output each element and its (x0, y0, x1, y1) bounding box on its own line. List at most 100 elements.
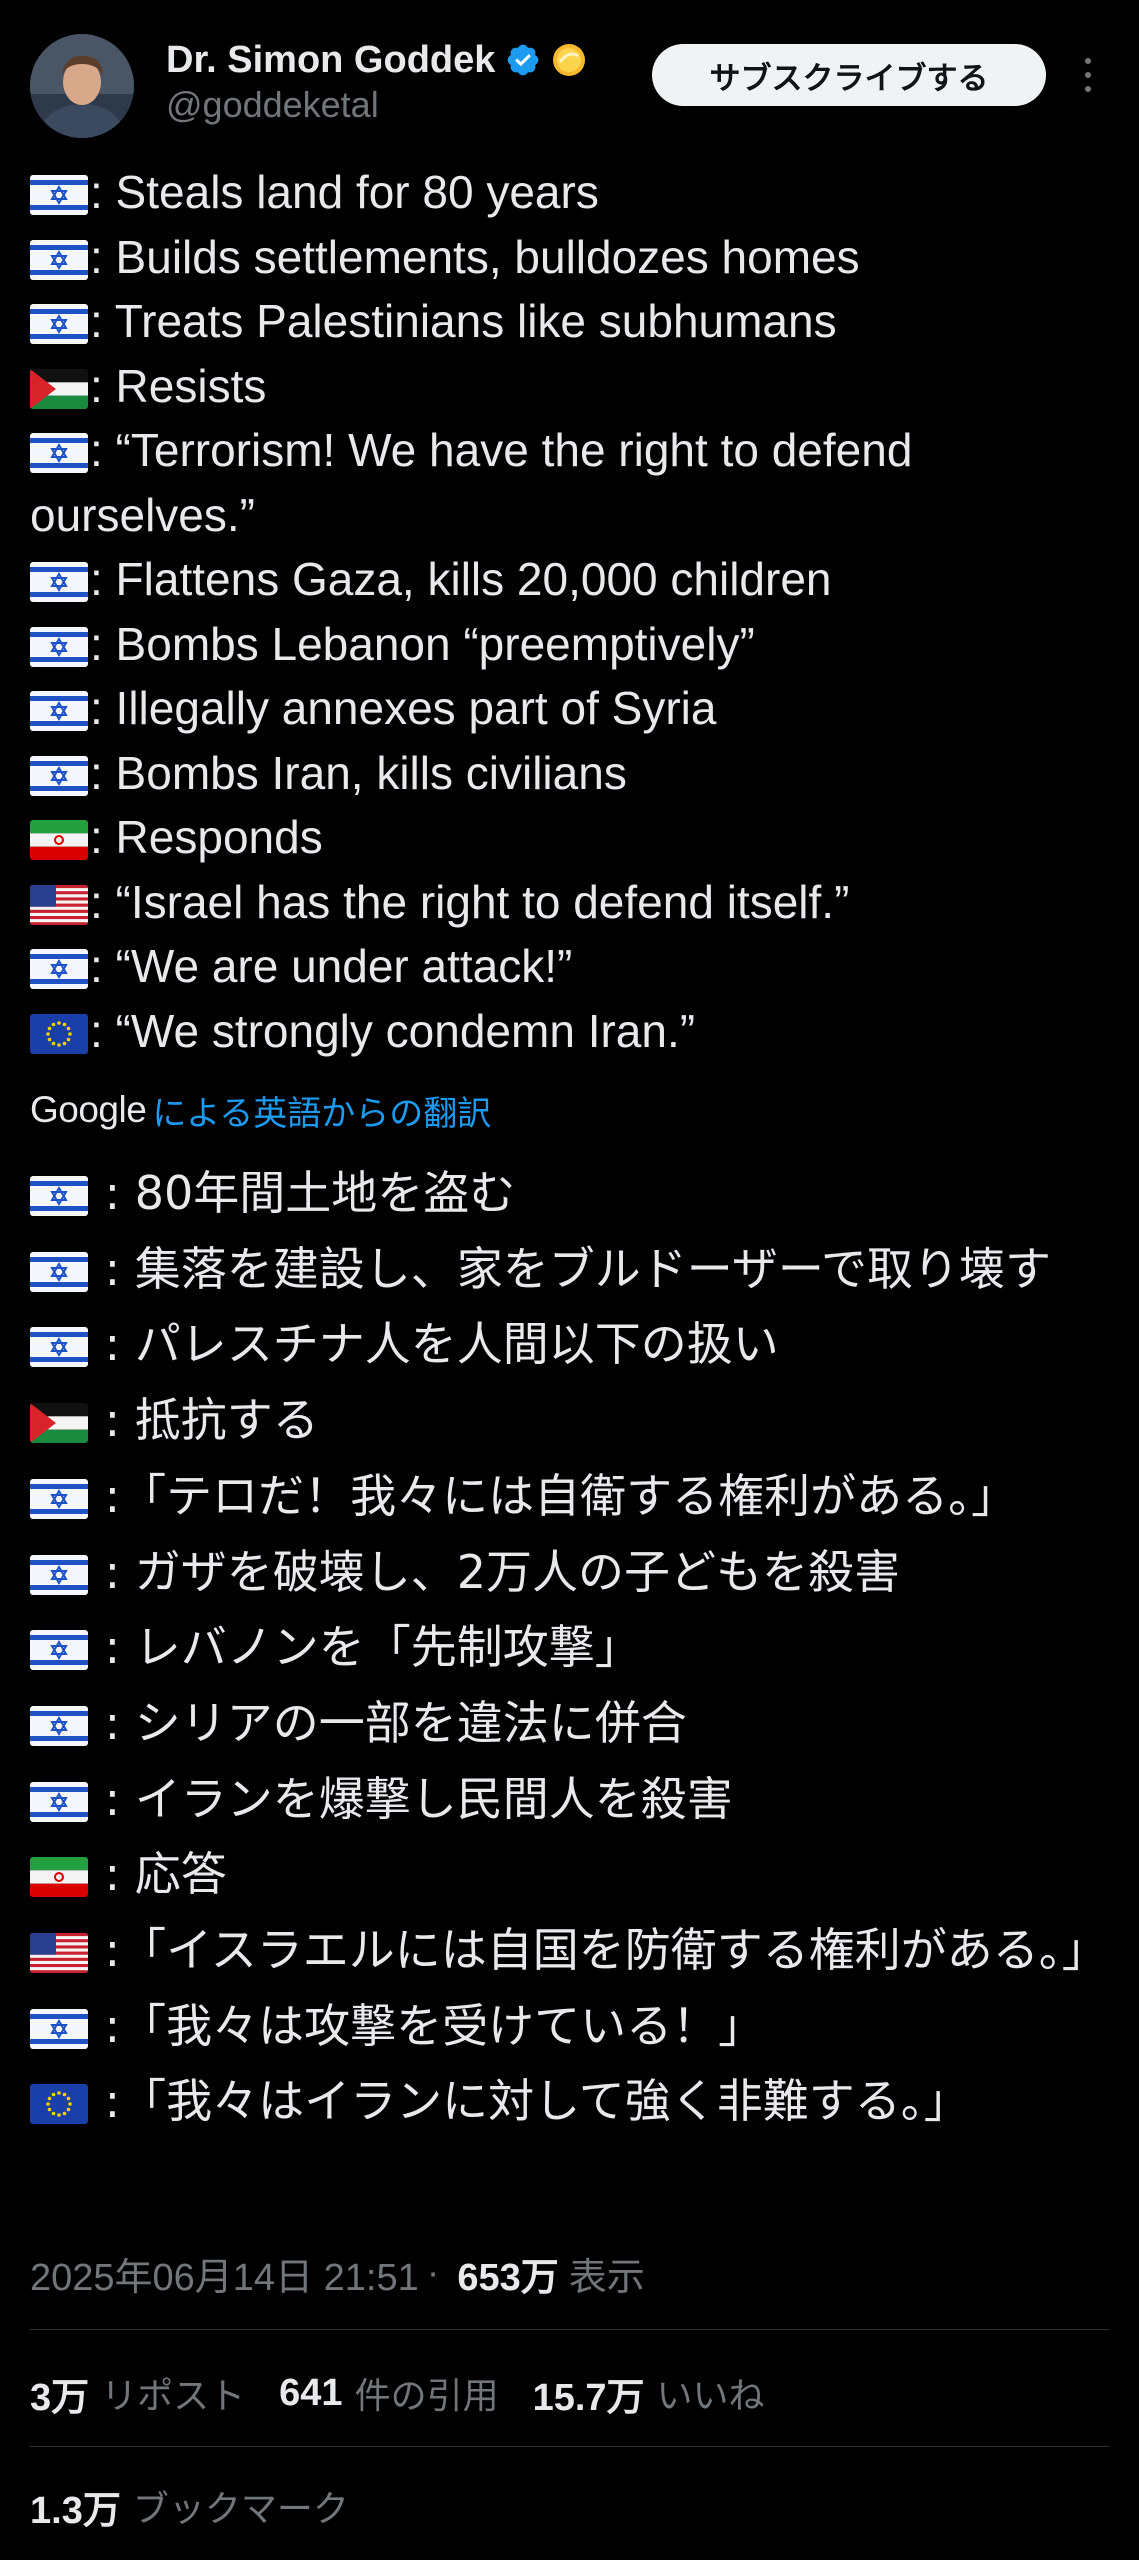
post-line: : Builds settlements, bulldozes homes (30, 225, 1110, 290)
israel-flag-icon (30, 1478, 88, 1519)
israel-flag-icon (30, 562, 88, 602)
line-text: : レバノンを「先制攻撃」 (90, 1620, 641, 1675)
line-text: : Bombs Iran, kills civilians (90, 746, 627, 799)
bookmarks-count: 1.3万 (30, 2489, 121, 2532)
likes-count: 15.7万 (532, 2376, 645, 2419)
line-text: : パレスチナ人を人間以下の扱い (90, 1317, 779, 1372)
line-text: : ガザを破壊し、2万人の子どもを殺害 (90, 1544, 901, 1599)
israel-flag-icon (30, 1705, 88, 1746)
divider (30, 2329, 1109, 2330)
line-text: :「テロだ！我々には自衛する権利がある。」 (90, 1468, 1018, 1523)
reposts-count: 3万 (30, 2376, 90, 2419)
quotes-label: 件の引用 (354, 2376, 499, 2417)
post-line: : Treats Palestinians like subhumans (30, 289, 1110, 354)
google-logo: Google (30, 1089, 147, 1130)
translated-line: :「イスラエルには自国を防衛する権利がある。」 (30, 1913, 1120, 1989)
line-text: : 抵抗する (90, 1393, 319, 1448)
line-text: : Flattens Gaza, kills 20,000 children (90, 553, 832, 605)
israel-flag-icon (30, 626, 88, 667)
translation-attribution: Google による英語からの翻訳 (30, 1085, 491, 1135)
likes-label: いいね (656, 2376, 765, 2417)
post-text-english: : Steals land for 80 years : Builds settl… (30, 160, 1110, 1063)
line-text: :「我々は攻撃を受けている！」 (90, 1998, 765, 2053)
translated-line: : 80年間土地を盗む (30, 1156, 1120, 1232)
post-header: Dr. Simon Goddek @goddeketal サブスクライブする (0, 0, 1139, 150)
line-text: : Responds (90, 811, 323, 863)
line-text: : Builds settlements, bulldozes homes (90, 230, 860, 283)
author-name-row: Dr. Simon Goddek (166, 34, 587, 86)
israel-flag-icon (30, 175, 88, 215)
post-line: : Responds (30, 805, 1110, 870)
line-text: : イランを爆撃し民間人を殺害 (90, 1771, 733, 1826)
israel-flag-icon (30, 1251, 88, 1292)
translated-line: : イランを爆撃し民間人を殺害 (30, 1762, 1120, 1838)
post-line: : “We are under attack!” (30, 934, 1110, 999)
line-text: :「我々はイランに対して強く非難する。」 (90, 2074, 970, 2129)
post-line: : “Terrorism! We have the right to defen… (30, 418, 1110, 547)
line-text: :「イスラエルには自国を防衛する権利がある。」 (90, 1923, 1108, 1978)
line-text: : 応答 (90, 1847, 227, 1902)
translated-line: : 抵抗する (30, 1383, 1120, 1459)
views-label: 表示 (568, 2256, 645, 2299)
line-text: : シリアの一部を違法に併合 (90, 1695, 687, 1750)
eu-flag-icon (30, 1013, 88, 1054)
israel-flag-icon (30, 1554, 88, 1595)
israel-flag-icon (30, 691, 88, 731)
israel-flag-icon (30, 1327, 88, 1368)
gold-coin-badge-icon (551, 42, 587, 78)
post-line: : “Israel has the right to defend itself… (30, 870, 1110, 935)
quotes-count: 641 (279, 2371, 343, 2414)
post-line: : Illegally annexes part of Syria (30, 676, 1110, 741)
israel-flag-icon (30, 304, 88, 344)
translated-line: :「我々は攻撃を受けている！」 (30, 1989, 1120, 2065)
line-text: : Illegally annexes part of Syria (90, 682, 717, 734)
translated-line: : ガザを破壊し、2万人の子どもを殺害 (30, 1535, 1120, 1611)
bookmarks-stat[interactable]: 1.3万 ブックマーク (30, 2478, 349, 2534)
author-display-name[interactable]: Dr. Simon Goddek (166, 39, 495, 82)
bookmarks-label: ブックマーク (132, 2489, 349, 2530)
line-text: : Resists (90, 359, 267, 412)
translated-line: : レバノンを「先制攻撃」 (30, 1610, 1120, 1686)
israel-flag-icon (30, 433, 88, 473)
israel-flag-icon (30, 1781, 88, 1822)
views-count: 653万 (457, 2256, 559, 2299)
post-timestamp[interactable]: 2025年06月14日 21:51 (30, 2246, 419, 2301)
iran-flag-icon (30, 820, 88, 860)
translated-line: : 応答 (30, 1837, 1120, 1913)
subscribe-button[interactable]: サブスクライブする (652, 44, 1046, 106)
post-line: : Bombs Lebanon “preemptively” (30, 612, 1110, 677)
translated-line: : パレスチナ人を人間以下の扱い (30, 1307, 1120, 1383)
post-line: : Resists (30, 354, 1110, 419)
palestine-flag-icon (30, 368, 88, 409)
line-text: : 集落を建設し、家をブルドーザーで取り壊す (90, 1241, 1052, 1296)
author-handle[interactable]: @goddeketal (166, 84, 379, 126)
israel-flag-icon (30, 1630, 88, 1671)
translated-line: :「我々はイランに対して強く非難する。」 (30, 2064, 1120, 2140)
usa-flag-icon (30, 1933, 88, 1974)
post-line: : Bombs Iran, kills civilians (30, 741, 1110, 806)
translated-line: :「テロだ！我々には自衛する権利がある。」 (30, 1459, 1120, 1535)
line-text: : “Terrorism! We have the right to defen… (30, 424, 913, 541)
line-text: : 80年間土地を盗む (90, 1166, 516, 1220)
translation-link[interactable]: による英語からの翻訳 (152, 1086, 491, 1135)
iran-flag-icon (30, 1857, 88, 1898)
line-text: : Treats Palestinians like subhumans (90, 295, 837, 347)
more-vertical-icon[interactable] (1070, 50, 1106, 100)
translated-line: : 集落を建設し、家をブルドーザーで取り壊す (30, 1232, 1120, 1308)
israel-flag-icon (30, 755, 88, 796)
usa-flag-icon (30, 884, 88, 925)
post-line: : Flattens Gaza, kills 20,000 children (30, 547, 1110, 612)
likes-stat[interactable]: 15.7万 いいね (533, 2366, 765, 2421)
author-avatar[interactable] (30, 34, 134, 138)
israel-flag-icon (30, 2008, 88, 2049)
quotes-stat[interactable]: 641 件の引用 (279, 2367, 498, 2419)
line-text: : “We are under attack!” (90, 940, 573, 992)
israel-flag-icon (30, 1176, 88, 1216)
line-text: : Bombs Lebanon “preemptively” (90, 617, 755, 670)
reposts-stat[interactable]: 3万 リポスト (30, 2366, 245, 2421)
palestine-flag-icon (30, 1403, 88, 1444)
line-text: : Steals land for 80 years (90, 166, 599, 218)
divider (30, 2446, 1109, 2447)
reposts-label: リポスト (101, 2376, 246, 2417)
engagement-stats: 3万 リポスト 641 件の引用 15.7万 いいね (30, 2365, 799, 2421)
